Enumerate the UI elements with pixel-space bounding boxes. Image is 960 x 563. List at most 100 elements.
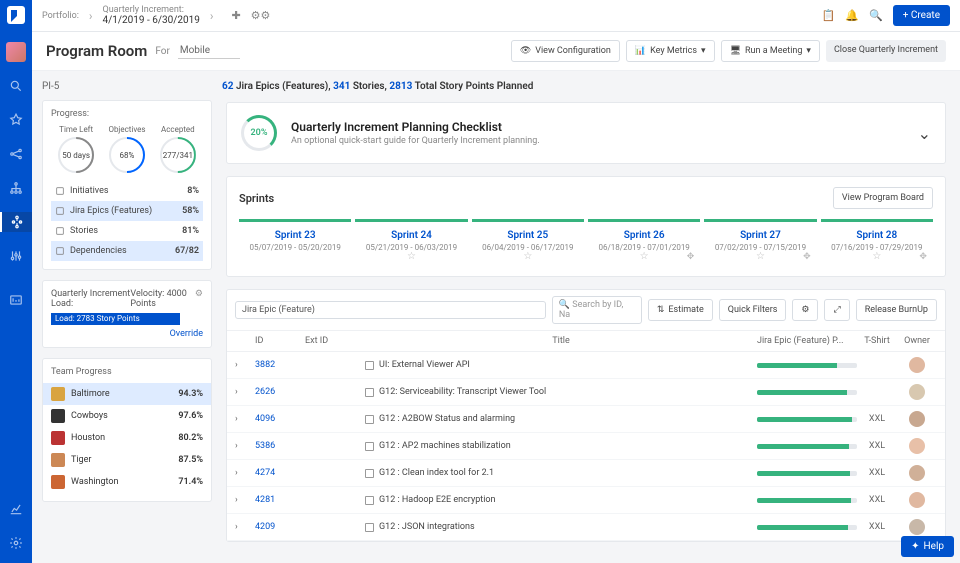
checklist-sub: An optional quick-start guide for Quarte… bbox=[291, 136, 540, 146]
expand-row-icon[interactable]: › bbox=[235, 522, 255, 532]
view-program-board-button[interactable]: View Program Board bbox=[833, 187, 933, 209]
network-icon[interactable] bbox=[0, 144, 32, 164]
checklist-title: Quarterly Increment Planning Checklist bbox=[291, 120, 540, 134]
epic-id-link[interactable]: 4274 bbox=[255, 468, 305, 478]
quick-filters-button[interactable]: Quick Filters bbox=[719, 299, 787, 321]
expand-row-icon[interactable]: › bbox=[235, 360, 255, 370]
move-icon[interactable]: ✥ bbox=[687, 252, 695, 262]
progress-ring: Accepted277/341 bbox=[160, 125, 196, 173]
settings-icon[interactable]: ⚙ bbox=[792, 299, 818, 321]
help-button[interactable]: ✦ Help bbox=[901, 536, 954, 557]
owner-avatar[interactable] bbox=[909, 438, 925, 454]
bookmark-icon[interactable] bbox=[365, 469, 374, 478]
bookmark-icon[interactable] bbox=[365, 496, 374, 505]
team-row[interactable]: Baltimore94.3% bbox=[43, 383, 211, 405]
owner-avatar[interactable] bbox=[909, 465, 925, 481]
owner-avatar[interactable] bbox=[909, 411, 925, 427]
estimate-button[interactable]: ⇅Estimate bbox=[648, 299, 713, 321]
bookmark-icon[interactable] bbox=[365, 523, 374, 532]
override-link[interactable]: Override bbox=[51, 329, 203, 339]
team-row[interactable]: Washington71.4% bbox=[51, 471, 203, 493]
table-row: ›4096G12 : A2BOW Status and alarmingXXL bbox=[227, 406, 945, 433]
expand-row-icon[interactable]: › bbox=[235, 441, 255, 451]
dashboard-icon[interactable] bbox=[0, 290, 32, 310]
checklist-card[interactable]: 20% Quarterly Increment Planning Checkli… bbox=[226, 102, 946, 164]
progress-card: Progress: Time Left50 daysObjectives68%A… bbox=[42, 100, 212, 270]
create-button[interactable]: + Create bbox=[893, 5, 950, 26]
bookmark-icon[interactable] bbox=[365, 415, 374, 424]
star-icon[interactable] bbox=[0, 110, 32, 130]
epic-id-link[interactable]: 5386 bbox=[255, 441, 305, 451]
epic-id-link[interactable]: 3882 bbox=[255, 360, 305, 370]
sprint-column[interactable]: Sprint 2707/02/2019 - 07/15/2019☆✥ bbox=[704, 219, 816, 252]
page-header: Program Room For Mobile 👁View Configurat… bbox=[32, 32, 960, 71]
sprint-column[interactable]: Sprint 2305/07/2019 - 05/20/2019 bbox=[239, 219, 351, 252]
star-icon[interactable]: ☆ bbox=[407, 251, 416, 262]
expand-row-icon[interactable]: › bbox=[235, 495, 255, 505]
sprint-column[interactable]: Sprint 2506/04/2019 - 06/17/2019☆ bbox=[472, 219, 584, 252]
star-icon[interactable]: ☆ bbox=[872, 251, 881, 262]
gear-icon[interactable] bbox=[0, 533, 32, 553]
gear-icon[interactable]: ⚙ bbox=[195, 289, 203, 309]
bookmark-icon[interactable] bbox=[365, 361, 374, 370]
epic-id-link[interactable]: 2626 bbox=[255, 387, 305, 397]
owner-avatar[interactable] bbox=[909, 492, 925, 508]
user-avatar[interactable] bbox=[6, 42, 26, 62]
sprint-column[interactable]: Sprint 2405/21/2019 - 06/03/2019☆ bbox=[355, 219, 467, 252]
epic-id-link[interactable]: 4209 bbox=[255, 522, 305, 532]
side-panel: PI-5 Progress: Time Left50 daysObjective… bbox=[32, 71, 222, 563]
qi-label: Quarterly Increment: bbox=[103, 5, 200, 15]
expand-row-icon[interactable]: › bbox=[235, 468, 255, 478]
search-icon[interactable] bbox=[0, 76, 32, 96]
sprint-column[interactable]: Sprint 2807/16/2019 - 07/29/2019☆✥ bbox=[821, 219, 933, 252]
stories-row[interactable]: Stories81% bbox=[51, 221, 203, 241]
close-qi-button[interactable]: Close Quarterly Increment bbox=[826, 40, 946, 62]
epic-id-link[interactable]: 4096 bbox=[255, 414, 305, 424]
owner-avatar[interactable] bbox=[909, 384, 925, 400]
app-logo[interactable] bbox=[7, 6, 25, 24]
key-metrics-button[interactable]: 📊Key Metrics▾ bbox=[626, 40, 715, 62]
expand-row-icon[interactable]: › bbox=[235, 387, 255, 397]
bookmark-icon[interactable] bbox=[365, 388, 374, 397]
portfolio-label: Portfolio: bbox=[42, 11, 79, 21]
owner-avatar[interactable] bbox=[909, 519, 925, 535]
move-icon[interactable]: ✥ bbox=[919, 252, 927, 262]
sliders-icon[interactable] bbox=[0, 246, 32, 266]
search-input[interactable]: 🔍 Search by ID, Na bbox=[552, 296, 642, 324]
plus-icon[interactable]: ✚ bbox=[231, 9, 240, 22]
program-select[interactable]: Mobile bbox=[178, 43, 240, 59]
team-row[interactable]: Cowboys97.6% bbox=[51, 405, 203, 427]
release-burnup-button[interactable]: Release BurnUp bbox=[856, 299, 937, 321]
star-icon[interactable]: ☆ bbox=[523, 251, 532, 262]
hierarchy-icon[interactable] bbox=[0, 178, 32, 198]
view-config-button[interactable]: 👁View Configuration bbox=[511, 40, 620, 62]
expand-row-icon[interactable]: › bbox=[235, 414, 255, 424]
star-icon[interactable]: ☆ bbox=[640, 251, 649, 262]
qi-load-card: Quarterly Increment Load:Velocity: 4000 … bbox=[42, 280, 212, 348]
epics-row[interactable]: Jira Epics (Features)58% bbox=[51, 201, 203, 221]
chart-icon[interactable] bbox=[0, 499, 32, 519]
initiatives-row[interactable]: Initiatives8% bbox=[51, 181, 203, 201]
chevron-down-icon[interactable]: ⌄ bbox=[918, 124, 931, 143]
page-title: Program Room bbox=[46, 42, 147, 60]
qi-crumb[interactable]: Quarterly Increment:4/1/2019 - 6/30/2019 bbox=[103, 5, 200, 26]
bookmark-icon[interactable] bbox=[365, 442, 374, 451]
portfolio-crumb[interactable]: Portfolio: bbox=[42, 11, 79, 21]
search-icon[interactable]: 🔍 bbox=[869, 9, 883, 22]
star-icon[interactable]: ☆ bbox=[756, 251, 765, 262]
team-row[interactable]: Tiger87.5% bbox=[51, 449, 203, 471]
gears-icon[interactable]: ⚙⚙ bbox=[251, 9, 271, 22]
owner-avatar[interactable] bbox=[909, 357, 925, 373]
org-icon[interactable] bbox=[0, 212, 32, 232]
epic-title: G12 : A2BOW Status and alarming bbox=[379, 414, 515, 424]
run-meeting-button[interactable]: 🖥Run a Meeting▾ bbox=[721, 40, 820, 62]
expand-icon[interactable]: ⤢ bbox=[824, 299, 849, 321]
team-row[interactable]: Houston80.2% bbox=[51, 427, 203, 449]
bell-icon[interactable]: 🔔 bbox=[845, 9, 859, 22]
clipboard-icon[interactable]: 📋 bbox=[822, 9, 836, 22]
epic-id-link[interactable]: 4281 bbox=[255, 495, 305, 505]
sprint-column[interactable]: Sprint 2606/18/2019 - 07/01/2019☆✥ bbox=[588, 219, 700, 252]
move-icon[interactable]: ✥ bbox=[803, 252, 811, 262]
deps-row[interactable]: Dependencies67/82 bbox=[51, 241, 203, 261]
filter-select[interactable]: Jira Epic (Feature) bbox=[235, 301, 546, 319]
